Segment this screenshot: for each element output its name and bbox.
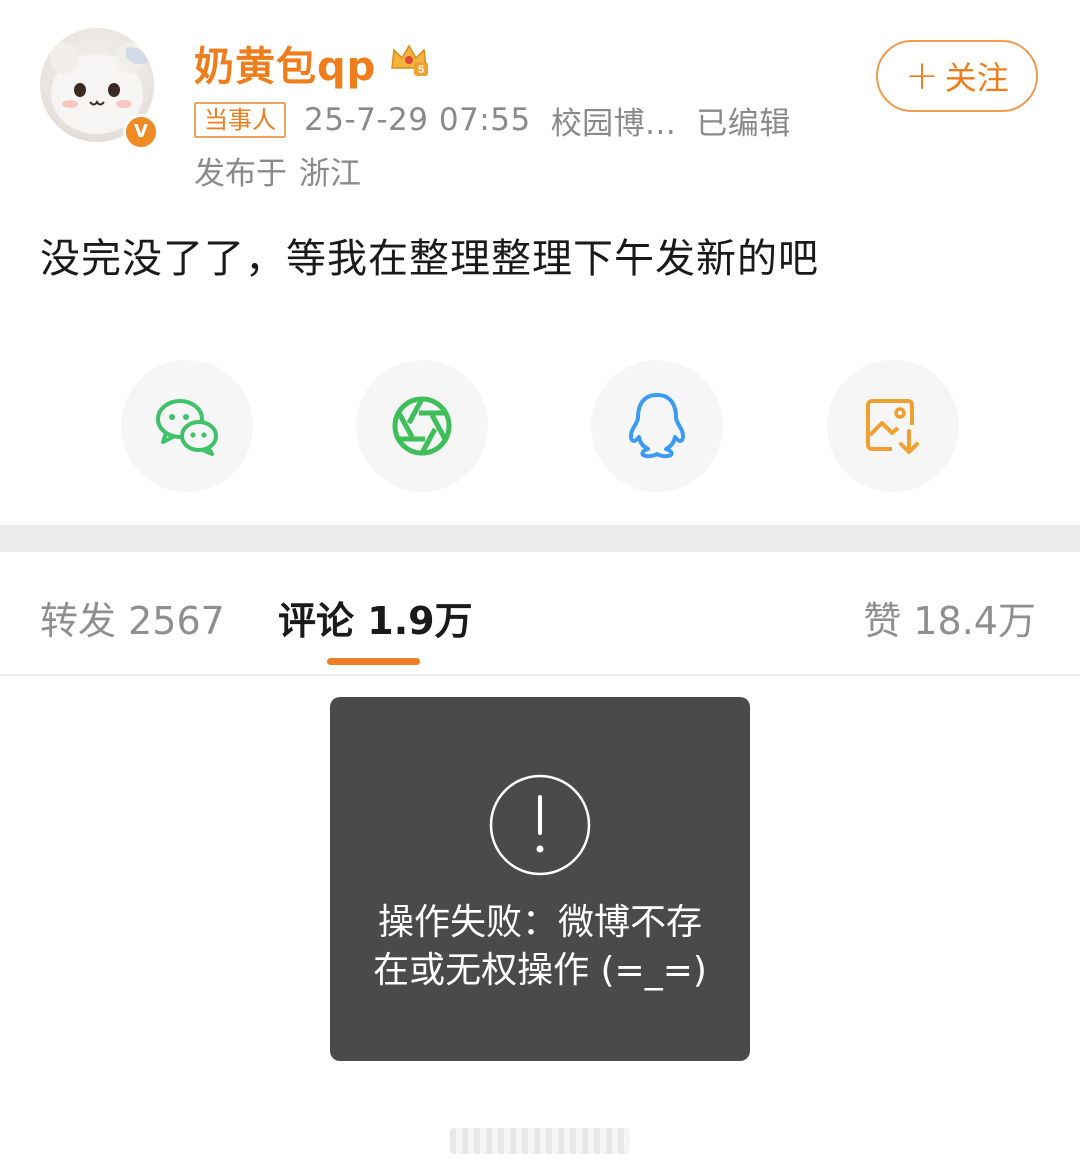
wechat-icon <box>156 399 218 456</box>
qq-icon <box>629 393 685 459</box>
tab-comment-label: 评论 <box>278 599 355 643</box>
tabs-bottom-border <box>0 674 1080 676</box>
follow-label: 关注 <box>944 59 1009 97</box>
share-wechat-button[interactable] <box>121 360 253 492</box>
weibo-post-page: V 奶黄包qp 5 + 关注 当事人 25-7-29 07:55 校园博... … <box>0 0 1080 1168</box>
edited-label[interactable]: 已编辑 <box>696 98 791 143</box>
tab-repost[interactable]: 转发 2567 <box>40 590 225 645</box>
share-qq-button[interactable] <box>591 360 723 492</box>
verified-badge: V <box>123 114 159 150</box>
username[interactable]: 奶黄包qp <box>194 34 376 92</box>
post-text: 没完没了了，等我在整理整理下午发新的吧 <box>40 236 819 282</box>
home-indicator <box>450 1128 630 1154</box>
tab-repost-label: 转发 <box>40 599 117 643</box>
plus-icon: + <box>905 53 939 99</box>
tab-repost-count: 2567 <box>128 599 225 643</box>
follow-button[interactable]: + 关注 <box>876 40 1038 112</box>
save-image-button[interactable] <box>827 360 959 492</box>
tab-like-count: 18.4万 <box>913 599 1036 643</box>
timestamp: 25-7-29 07:55 <box>304 102 531 138</box>
svg-text:5: 5 <box>418 64 424 76</box>
vip-crown-icon: 5 <box>391 44 428 76</box>
post-location: 发布于 浙江 <box>194 148 361 193</box>
tab-comment[interactable]: 评论 1.9万 <box>278 590 473 645</box>
tab-like-label: 赞 <box>863 599 902 643</box>
moments-icon <box>392 396 452 456</box>
alert-circle-icon <box>489 774 591 876</box>
role-tag: 当事人 <box>194 102 286 138</box>
tab-comment-count: 1.9万 <box>367 599 473 643</box>
active-tab-indicator <box>327 658 420 665</box>
location-prefix: 发布于 <box>194 156 287 192</box>
post-meta: 当事人 25-7-29 07:55 校园博... 已编辑 <box>194 98 791 143</box>
toast-line-1: 操作失败：微博不存 <box>377 902 702 943</box>
tab-like[interactable]: 赞 18.4万 <box>863 590 1036 645</box>
post-source[interactable]: 校园博... <box>551 98 677 143</box>
toast-line-2: 在或无权操作 (=_=) <box>373 950 707 991</box>
save-image-icon <box>866 399 919 454</box>
section-divider <box>0 525 1080 552</box>
toast-message: 操作失败：微博不存 在或无权操作 (=_=) <box>330 899 750 995</box>
location-value: 浙江 <box>299 156 361 192</box>
error-toast: 操作失败：微博不存 在或无权操作 (=_=) <box>330 697 750 1061</box>
share-moments-button[interactable] <box>356 360 488 492</box>
